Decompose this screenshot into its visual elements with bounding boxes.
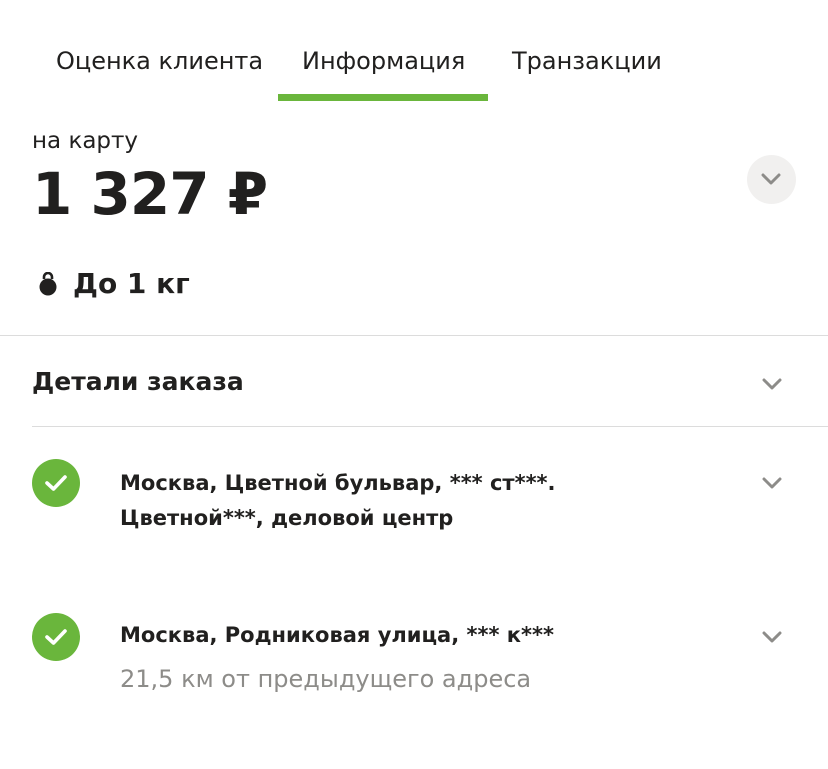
route-point[interactable]: Москва, Цветной бульвар, *** ст***. Цвет… (0, 455, 828, 565)
section-divider (32, 426, 828, 427)
address-line-1: Москва, Цветной бульвар, *** ст***. (120, 471, 556, 495)
check-icon (45, 629, 67, 645)
payment-method-label: на карту (32, 128, 139, 154)
tab-information[interactable]: Информация (302, 44, 465, 78)
order-details-toggle[interactable]: Детали заказа (0, 336, 828, 426)
address-line-2: Цветной***, деловой центр (120, 506, 454, 530)
chevron-down-icon (761, 173, 781, 185)
weight-info: До 1 кг (38, 264, 190, 304)
address-line-1: Москва, Родниковая улица, *** к*** (120, 623, 554, 647)
completed-status (32, 459, 80, 507)
active-tab-indicator (278, 94, 488, 101)
kettlebell-icon (39, 272, 57, 296)
tab-transactions[interactable]: Транзакции (512, 44, 662, 78)
tab-client-rating[interactable]: Оценка клиента (56, 44, 263, 78)
weight-label: До 1 кг (73, 267, 190, 300)
route-point[interactable]: Москва, Родниковая улица, *** к*** 21,5 … (0, 609, 828, 709)
chevron-down-icon (762, 378, 782, 390)
order-details-title: Детали заказа (32, 367, 244, 396)
price-expand-button[interactable] (747, 155, 796, 204)
completed-status (32, 613, 80, 661)
chevron-down-icon (762, 477, 782, 489)
order-price: 1 327 ₽ (32, 160, 268, 228)
check-icon (45, 475, 67, 491)
distance-note: 21,5 км от предыдущего адреса (120, 665, 532, 693)
tab-bar: Оценка клиента Информация Транзакции (0, 0, 828, 102)
chevron-down-icon (762, 631, 782, 643)
